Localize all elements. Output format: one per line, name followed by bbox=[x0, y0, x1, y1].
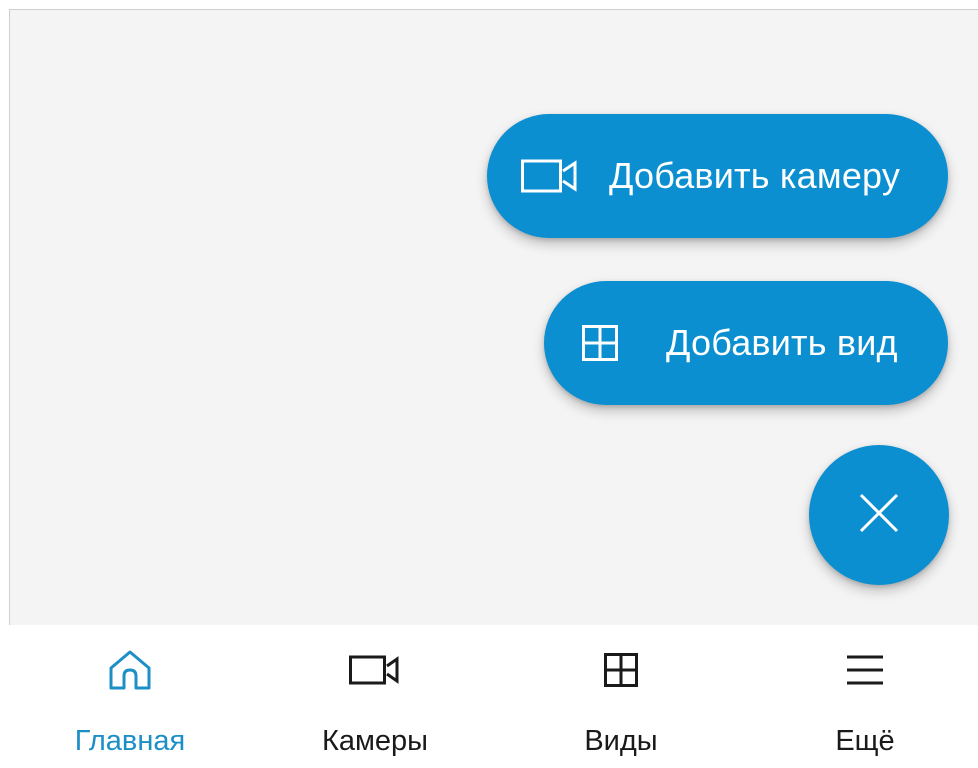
grid-icon bbox=[582, 325, 618, 361]
close-fab-button[interactable] bbox=[809, 445, 949, 585]
nav-label-views: Виды bbox=[584, 725, 658, 757]
nav-item-more[interactable]: Ещё bbox=[810, 625, 920, 768]
nav-label-more: Ещё bbox=[835, 725, 895, 757]
nav-label-cameras: Камеры bbox=[321, 725, 429, 757]
grid-icon bbox=[604, 645, 638, 695]
bottom-navigation: Главная Камеры Виды Ещё bbox=[0, 625, 978, 768]
add-view-label: Добавить вид bbox=[666, 322, 898, 363]
app-screen: Добавить камеру Добавить вид Главная Кам… bbox=[0, 0, 978, 768]
menu-icon bbox=[845, 645, 885, 695]
video-camera-icon bbox=[349, 645, 401, 695]
nav-label-home: Главная bbox=[74, 725, 186, 757]
add-view-button[interactable]: Добавить вид bbox=[544, 281, 948, 405]
add-camera-label: Добавить камеру bbox=[609, 155, 901, 196]
nav-item-home[interactable]: Главная bbox=[70, 625, 190, 768]
close-icon bbox=[857, 491, 901, 540]
video-camera-icon bbox=[521, 159, 579, 193]
add-camera-button[interactable]: Добавить камеру bbox=[487, 114, 948, 238]
nav-item-views[interactable]: Виды bbox=[566, 625, 676, 768]
home-icon bbox=[107, 645, 153, 695]
nav-item-cameras[interactable]: Камеры bbox=[313, 625, 437, 768]
